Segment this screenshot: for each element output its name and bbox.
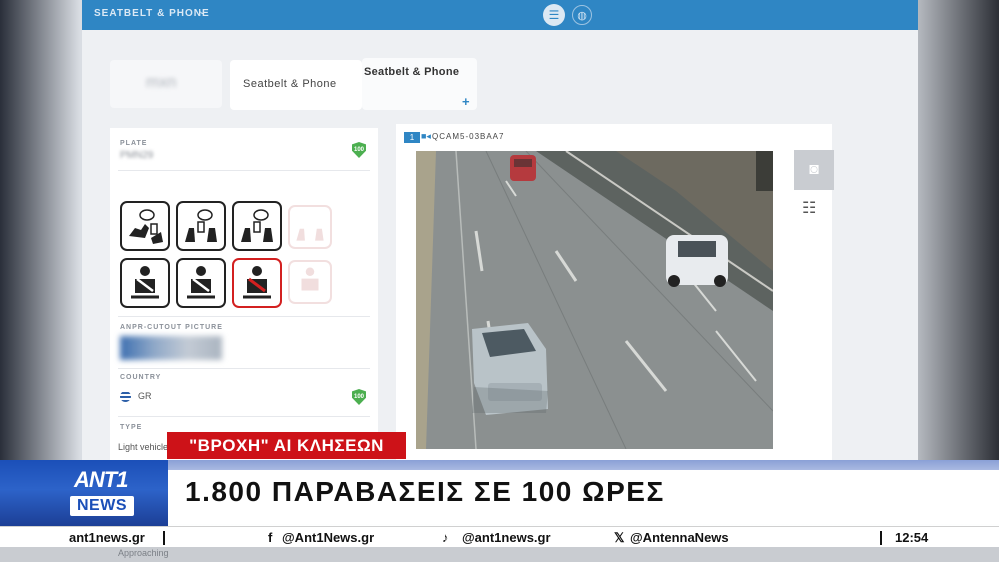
camera-card: 1 ■◂ QCAM5-03BAA7 xyxy=(396,124,832,460)
car-white xyxy=(666,235,728,287)
camera-name: QCAM5-03BAA7 xyxy=(432,132,505,141)
globe-icon[interactable]: ◍ xyxy=(572,5,592,25)
top-bar: SEATBELT & PHONE ⌄ ☰ ◍ xyxy=(82,0,918,30)
facebook-icon: f xyxy=(268,530,273,545)
ticker-site: ant1news.gr xyxy=(69,530,145,545)
phone-faded-icon xyxy=(288,205,332,249)
add-icon[interactable]: + xyxy=(462,94,470,109)
camera-index-badge: 1 xyxy=(404,132,420,143)
tiktok-icon: ♪ xyxy=(442,530,449,545)
seatbelt-icon[interactable] xyxy=(176,258,226,308)
tab-seatbelt-phone-open[interactable]: Seatbelt & Phone + xyxy=(362,58,477,110)
type-label: TYPE xyxy=(120,424,143,431)
list-icon[interactable]: ☰ xyxy=(543,4,565,26)
blurred-card[interactable]: mxn xyxy=(110,60,222,108)
country-value: GR xyxy=(138,391,152,401)
tab-label: Seatbelt & Phone xyxy=(243,78,337,90)
confidence-shield-icon: 100 xyxy=(352,142,366,158)
logo-bottom-text: NEWS xyxy=(70,496,134,516)
camera-icon: ◙ xyxy=(809,161,819,178)
phone-ear-icon[interactable] xyxy=(176,201,226,251)
seatbelt-icon[interactable] xyxy=(120,258,170,308)
breadcrumb[interactable]: SEATBELT & PHONE xyxy=(94,8,210,19)
anpr-label: ANPR-CUTOUT PICTURE xyxy=(120,324,223,331)
ticker-time: 12:54 xyxy=(895,530,929,545)
ticker-facebook: @Ant1News.gr xyxy=(282,530,375,545)
tab-seatbelt-phone[interactable]: Seatbelt & Phone xyxy=(230,60,362,110)
bottom-screen-strip: Approaching xyxy=(0,547,999,562)
plate-value: PMN29 xyxy=(120,150,154,161)
country-label: COUNTRY xyxy=(120,374,162,381)
phone-left-hand-icon[interactable] xyxy=(120,201,170,251)
under-text: Approaching xyxy=(118,548,169,558)
seatbelt-violation-icon[interactable] xyxy=(232,258,282,308)
snapshot-button[interactable]: ◙ xyxy=(794,150,834,190)
car-red xyxy=(510,155,536,181)
greece-flag-icon xyxy=(120,391,131,402)
divider xyxy=(118,416,370,417)
blurred-card-text: mxn xyxy=(146,74,177,91)
channel-logo: ANT1 NEWS xyxy=(70,467,134,519)
anpr-cutout-picture[interactable] xyxy=(120,336,222,360)
confidence-shield-icon: 100 xyxy=(352,389,366,405)
road-scene xyxy=(416,151,773,449)
ticker-bar: ant1news.gr f @Ant1News.gr ♪ @ant1news.g… xyxy=(0,526,999,548)
headline: 1.800 ΠΑΡΑΒΑΣΕΙΣ ΣΕ 100 ΩΡΕΣ xyxy=(185,476,665,507)
video-camera-icon: ■◂ xyxy=(421,131,431,141)
detail-panel: PLATE PMN29 100 ANPR-CUTOUT PICTURE COUN… xyxy=(110,128,378,470)
plate-label: PLATE xyxy=(120,140,148,147)
ticker-separator xyxy=(880,531,882,545)
ticker-tiktok: @ant1news.gr xyxy=(462,530,551,545)
seatbelt-faded-icon xyxy=(288,260,332,304)
x-icon: 𝕏 xyxy=(614,530,625,545)
divider xyxy=(118,316,370,317)
channel-logo-box: ANT1 NEWS xyxy=(0,460,168,526)
ticker-x: @AntennaNews xyxy=(630,530,729,545)
divider xyxy=(118,368,370,369)
news-label: "ΒΡΟΧΗ" ΑΙ ΚΛΗΣΕΩΝ xyxy=(167,432,406,459)
logo-top-text: ANT1 xyxy=(74,467,128,492)
phone-hands-icon[interactable] xyxy=(232,201,282,251)
camera-image[interactable] xyxy=(416,151,773,449)
app-screen: SEATBELT & PHONE ⌄ ☰ ◍ mxn Seatbelt & Ph… xyxy=(82,0,918,470)
headline-bar: 1.800 ΠΑΡΑΒΑΣΕΙΣ ΣΕ 100 ΩΡΕΣ xyxy=(168,470,999,524)
car-silver xyxy=(472,323,548,415)
ticker-separator xyxy=(163,531,165,545)
divider xyxy=(118,170,370,171)
tab-label: Seatbelt & Phone xyxy=(364,66,460,78)
sliders-icon[interactable]: ☷ xyxy=(802,198,816,218)
chevron-down-icon[interactable]: ⌄ xyxy=(198,6,206,17)
type-value: Light vehicle xyxy=(118,442,169,452)
